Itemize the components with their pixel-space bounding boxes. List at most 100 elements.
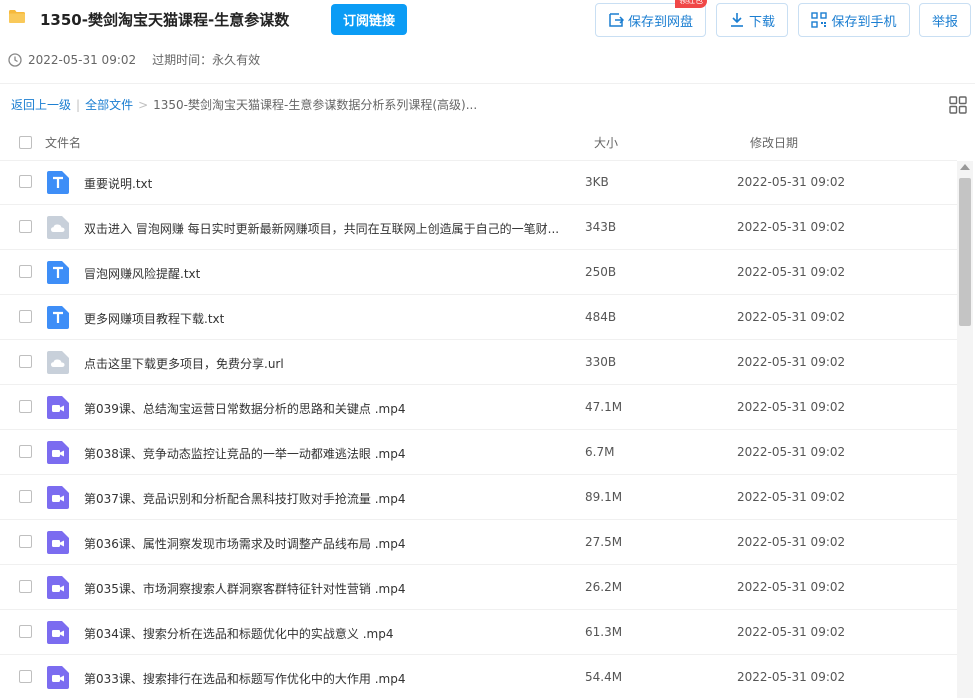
- qrcode-icon: [811, 12, 828, 28]
- row-checkbox[interactable]: [19, 175, 32, 188]
- file-list-scrollbar[interactable]: [957, 161, 973, 698]
- file-name[interactable]: 点击这里下载更多项目，免费分享.url: [84, 355, 284, 372]
- video-file-icon: [47, 531, 69, 554]
- row-checkbox[interactable]: [19, 670, 32, 683]
- file-row[interactable]: 第033课、搜索排行在选品和标题写作优化中的大作用 .mp4 54.4M 202…: [0, 655, 957, 698]
- file-size: 61.3M: [585, 625, 623, 639]
- file-row[interactable]: 点击这里下载更多项目，免费分享.url 330B 2022-05-31 09:0…: [0, 340, 957, 385]
- report-button[interactable]: 举报: [919, 3, 971, 37]
- file-size: 3KB: [585, 175, 609, 189]
- file-row[interactable]: 双击进入 冒泡网赚 每日实时更新最新网赚项目，共同在互联网上创造属于自己的一笔财…: [0, 205, 957, 250]
- column-header-date[interactable]: 修改日期: [750, 134, 798, 151]
- link-file-icon: [47, 351, 69, 374]
- file-date: 2022-05-31 09:02: [737, 355, 846, 369]
- share-title: 1350-樊剑淘宝天猫课程-生意参谋数...: [40, 11, 290, 29]
- file-date: 2022-05-31 09:02: [737, 445, 846, 459]
- file-row[interactable]: 第035课、市场洞察搜索人群洞察客群特征针对性营销 .mp4 26.2M 202…: [0, 565, 957, 610]
- file-name[interactable]: 第037课、竞品识别和分析配合黑科技打败对手抢流量 .mp4: [84, 490, 405, 507]
- row-checkbox[interactable]: [19, 445, 32, 458]
- scroll-up-arrow-icon[interactable]: [960, 164, 970, 170]
- row-checkbox[interactable]: [19, 625, 32, 638]
- breadcrumb-current: 1350-樊剑淘宝天猫课程-生意参谋数据分析系列课程(高级)...: [153, 98, 478, 112]
- file-name[interactable]: 冒泡网赚风险提醒.txt: [84, 265, 200, 282]
- file-size: 250B: [585, 265, 617, 279]
- file-name[interactable]: 第036课、属性洞察发现市场需求及时调整产品线布局 .mp4: [84, 535, 405, 552]
- grid-view-icon[interactable]: [949, 96, 967, 114]
- file-date: 2022-05-31 09:02: [737, 670, 846, 684]
- file-size: 484B: [585, 310, 617, 324]
- select-all-checkbox[interactable]: [19, 136, 32, 149]
- video-file-icon: [47, 396, 69, 419]
- file-date: 2022-05-31 09:02: [737, 220, 846, 234]
- file-date: 2022-05-31 09:02: [737, 535, 846, 549]
- file-row[interactable]: 第036课、属性洞察发现市场需求及时调整产品线布局 .mp4 27.5M 202…: [0, 520, 957, 565]
- file-size: 6.7M: [585, 445, 615, 459]
- video-file-icon: [47, 621, 69, 644]
- clock-icon: [8, 52, 22, 67]
- breadcrumb-arrow: >: [138, 97, 149, 112]
- breadcrumb-all-files-link[interactable]: 全部文件: [85, 96, 133, 113]
- file-size: 47.1M: [585, 400, 623, 414]
- file-name[interactable]: 第039课、总结淘宝运营日常数据分析的思路和关键点 .mp4: [84, 400, 405, 417]
- link-file-icon: [47, 216, 69, 239]
- share-date: 2022-05-31 09:02: [28, 52, 137, 67]
- text-file-icon: [47, 261, 69, 284]
- download-icon: [730, 13, 743, 27]
- breadcrumb-back-link[interactable]: 返回上一级: [11, 96, 71, 113]
- hongbao-badge[interactable]: 领红包: [675, 0, 707, 8]
- subscribe-button[interactable]: 订阅链接: [331, 4, 407, 35]
- download-label: 下载: [748, 14, 775, 30]
- video-file-icon: [47, 666, 69, 689]
- file-date: 2022-05-31 09:02: [737, 625, 846, 639]
- file-size: 89.1M: [585, 490, 623, 504]
- share-meta: 2022-05-31 09:02 过期时间：永久有效: [8, 51, 260, 68]
- row-checkbox[interactable]: [19, 490, 32, 503]
- file-row[interactable]: 冒泡网赚风险提醒.txt 250B 2022-05-31 09:02: [0, 250, 957, 295]
- text-file-icon: [47, 171, 69, 194]
- column-header-name[interactable]: 文件名: [45, 134, 81, 151]
- save-icon: [609, 13, 624, 27]
- file-row[interactable]: 第037课、竞品识别和分析配合黑科技打败对手抢流量 .mp4 89.1M 202…: [0, 475, 957, 520]
- share-header: 1350-樊剑淘宝天猫课程-生意参谋数... 订阅链接 保存到网盘 领红包 下载…: [0, 0, 975, 84]
- save-to-phone-button[interactable]: 保存到手机: [798, 3, 910, 37]
- file-date: 2022-05-31 09:02: [737, 310, 846, 324]
- video-file-icon: [47, 486, 69, 509]
- file-name[interactable]: 重要说明.txt: [84, 175, 152, 192]
- file-date: 2022-05-31 09:02: [737, 175, 846, 189]
- save-to-netdisk-button[interactable]: 保存到网盘: [595, 3, 706, 37]
- file-name[interactable]: 第035课、市场洞察搜索人群洞察客群特征针对性营销 .mp4: [84, 580, 405, 597]
- row-checkbox[interactable]: [19, 355, 32, 368]
- row-checkbox[interactable]: [19, 580, 32, 593]
- download-button[interactable]: 下载: [716, 3, 788, 37]
- breadcrumb: 返回上一级 | 全部文件 > 1350-樊剑淘宝天猫课程-生意参谋数据分析系列课…: [11, 96, 477, 113]
- file-size: 330B: [585, 355, 617, 369]
- scrollbar-thumb[interactable]: [959, 178, 971, 326]
- file-date: 2022-05-31 09:02: [737, 580, 846, 594]
- video-file-icon: [47, 576, 69, 599]
- file-name[interactable]: 第034课、搜索分析在选品和标题优化中的实战意义 .mp4: [84, 625, 393, 642]
- row-checkbox[interactable]: [19, 535, 32, 548]
- file-name[interactable]: 双击进入 冒泡网赚 每日实时更新最新网赚项目，共同在互联网上创造属于自己的一笔财…: [84, 220, 559, 237]
- row-checkbox[interactable]: [19, 220, 32, 233]
- file-row[interactable]: 重要说明.txt 3KB 2022-05-31 09:02: [0, 160, 957, 205]
- file-name[interactable]: 第033课、搜索排行在选品和标题写作优化中的大作用 .mp4: [84, 670, 405, 687]
- file-size: 26.2M: [585, 580, 623, 594]
- save-to-phone-label: 保存到手机: [831, 14, 897, 30]
- column-header-size[interactable]: 大小: [594, 134, 618, 151]
- file-name[interactable]: 第038课、竞争动态监控让竞品的一举一动都难逃法眼 .mp4: [84, 445, 405, 462]
- file-date: 2022-05-31 09:02: [737, 490, 846, 504]
- file-name[interactable]: 更多网赚项目教程下载.txt: [84, 310, 224, 327]
- file-row[interactable]: 第039课、总结淘宝运营日常数据分析的思路和关键点 .mp4 47.1M 202…: [0, 385, 957, 430]
- folder-icon: [9, 10, 25, 23]
- row-checkbox[interactable]: [19, 400, 32, 413]
- row-checkbox[interactable]: [19, 265, 32, 278]
- save-to-netdisk-label: 保存到网盘: [627, 14, 693, 30]
- file-size: 343B: [585, 220, 617, 234]
- file-list: 重要说明.txt 3KB 2022-05-31 09:02 双击进入 冒泡网赚 …: [0, 160, 957, 698]
- file-size: 54.4M: [585, 670, 623, 684]
- file-row[interactable]: 第034课、搜索分析在选品和标题优化中的实战意义 .mp4 61.3M 2022…: [0, 610, 957, 655]
- file-date: 2022-05-31 09:02: [737, 265, 846, 279]
- row-checkbox[interactable]: [19, 310, 32, 323]
- file-row[interactable]: 更多网赚项目教程下载.txt 484B 2022-05-31 09:02: [0, 295, 957, 340]
- file-row[interactable]: 第038课、竞争动态监控让竞品的一举一动都难逃法眼 .mp4 6.7M 2022…: [0, 430, 957, 475]
